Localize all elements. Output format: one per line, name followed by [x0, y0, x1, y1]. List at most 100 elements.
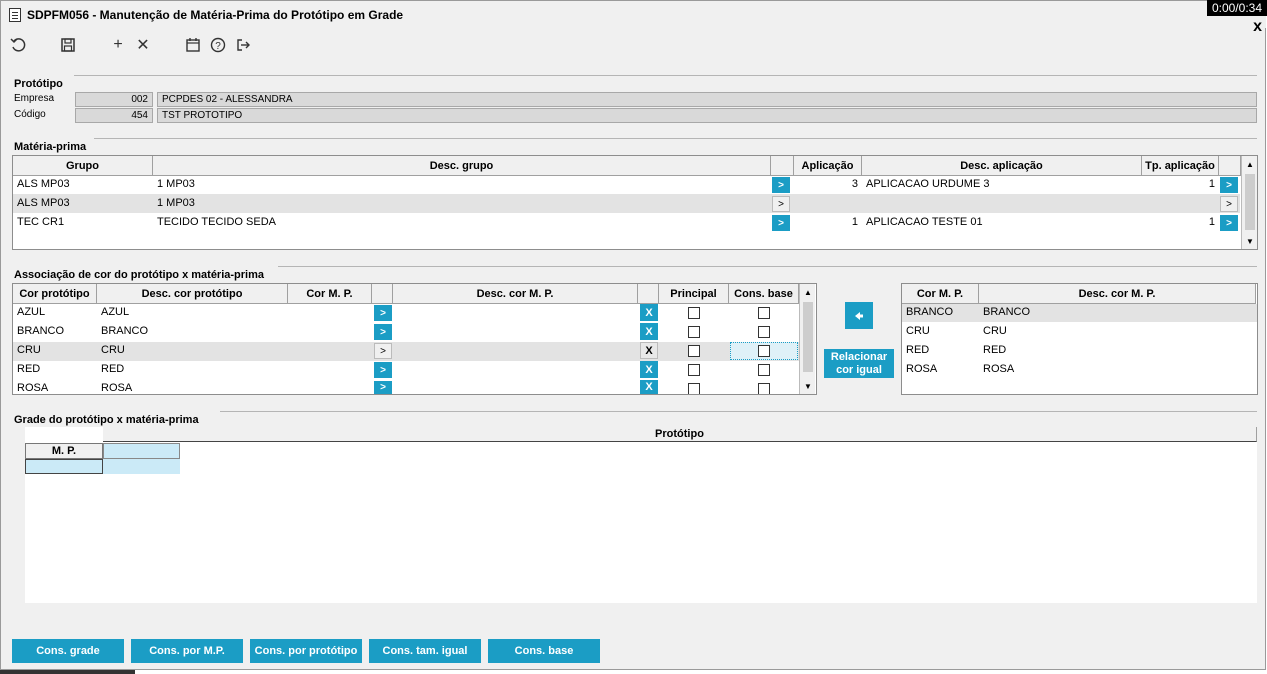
materia-prima-scrollbar[interactable]: ▲ ▼ — [1241, 156, 1257, 249]
cons-grade-button[interactable]: Cons. grade — [12, 639, 124, 663]
cell-desc-cor-prototipo: CRU — [101, 344, 125, 356]
select-aplicacao-button[interactable]: > — [1220, 215, 1238, 231]
cons-base-checkbox[interactable] — [758, 307, 770, 319]
cell-tp-aplicacao: 1 — [1208, 216, 1215, 228]
principal-checkbox[interactable] — [688, 326, 700, 338]
col-header-desc-cor-mp[interactable]: Desc. cor M. P. — [979, 284, 1256, 304]
select-cor-mp-button[interactable]: > — [374, 305, 392, 321]
cell-cor-mp: ROSA — [906, 363, 938, 375]
empresa-name-field: PCPDES 02 - ALESSANDRA — [157, 92, 1257, 107]
col-header-blank — [771, 156, 794, 176]
select-grupo-button[interactable]: > — [772, 215, 790, 231]
move-left-button[interactable] — [845, 302, 873, 329]
associacao-scrollbar[interactable]: ▲ ▼ — [799, 284, 815, 394]
codigo-name-field: TST PROTOTIPO — [157, 108, 1257, 123]
select-aplicacao-button[interactable]: > — [1220, 177, 1238, 193]
col-header-grupo[interactable]: Grupo — [13, 156, 153, 176]
select-cor-mp-button[interactable]: > — [374, 343, 392, 359]
cell-desc-cor-mp: BRANCO — [983, 306, 1031, 318]
clear-cor-mp-button[interactable]: X — [640, 304, 658, 321]
save-icon[interactable] — [58, 35, 78, 55]
grade-cell[interactable] — [25, 459, 103, 474]
cell-cor-mp: CRU — [906, 325, 930, 337]
svg-text:?: ? — [215, 41, 221, 52]
cell-cor-mp: BRANCO — [906, 306, 954, 318]
principal-checkbox[interactable] — [688, 345, 700, 357]
row-header-mp: M. P. — [25, 443, 103, 459]
cons-base-button[interactable]: Cons. base — [488, 639, 600, 663]
scroll-up-icon[interactable]: ▲ — [800, 284, 816, 300]
col-header-desc-cor-mp[interactable]: Desc. cor M. P. — [393, 284, 638, 304]
clear-cor-mp-button[interactable]: X — [640, 342, 658, 359]
grade-cell[interactable] — [103, 443, 180, 459]
cell-desc-cor-prototipo: BRANCO — [101, 325, 149, 337]
cell-desc-grupo: 1 MP03 — [157, 178, 195, 190]
window-title: SDPFM056 - Manutenção de Matéria-Prima d… — [27, 7, 404, 22]
clear-cor-mp-button[interactable]: X — [640, 361, 658, 378]
grade-cell[interactable] — [103, 459, 180, 474]
divider — [220, 411, 1257, 412]
empresa-code-field[interactable]: 002 — [75, 92, 153, 107]
cons-por-mp-button[interactable]: Cons. por M.P. — [131, 639, 243, 663]
col-header-desc-grupo[interactable]: Desc. grupo — [153, 156, 771, 176]
select-grupo-button[interactable]: > — [772, 196, 790, 212]
select-cor-mp-button[interactable]: > — [374, 324, 392, 340]
scroll-thumb[interactable] — [803, 302, 813, 372]
cons-base-checkbox[interactable] — [758, 345, 770, 357]
help-icon[interactable]: ? — [208, 35, 228, 55]
cons-tam-igual-button[interactable]: Cons. tam. igual — [369, 639, 481, 663]
table-row-selected — [902, 304, 1257, 322]
cell-desc-grupo: 1 MP03 — [157, 197, 195, 209]
select-cor-mp-button[interactable]: > — [374, 362, 392, 378]
col-header-blank — [372, 284, 393, 304]
cell-tp-aplicacao: 1 — [1208, 178, 1215, 190]
codigo-code-field[interactable]: 454 — [75, 108, 153, 123]
col-header-cor-mp[interactable]: Cor M. P. — [288, 284, 372, 304]
cell-cor-prototipo: CRU — [17, 344, 41, 356]
principal-checkbox[interactable] — [688, 364, 700, 376]
select-aplicacao-button[interactable]: > — [1220, 196, 1238, 212]
principal-checkbox[interactable] — [688, 383, 700, 394]
clear-cor-mp-button[interactable]: X — [640, 380, 658, 394]
delete-icon[interactable]: ✕ — [133, 35, 153, 55]
divider — [74, 75, 1257, 76]
select-cor-mp-button[interactable]: > — [374, 381, 392, 394]
col-header-desc-cor-prototipo[interactable]: Desc. cor protótipo — [97, 284, 288, 304]
col-header-tp-aplicacao[interactable]: Tp. aplicação — [1142, 156, 1219, 176]
col-header-desc-aplicacao[interactable]: Desc. aplicação — [862, 156, 1142, 176]
cons-base-checkbox[interactable] — [758, 364, 770, 376]
col-header-prototipo: Protótipo — [103, 427, 1257, 442]
prototipo-section-title: Protótipo — [14, 78, 63, 90]
col-header-cor-prototipo[interactable]: Cor protótipo — [13, 284, 97, 304]
grade-grid — [25, 427, 1257, 603]
add-icon[interactable]: + — [108, 35, 128, 55]
cell-desc-cor-prototipo: ROSA — [101, 382, 133, 394]
cons-base-checkbox[interactable] — [758, 383, 770, 394]
cell-cor-mp: RED — [906, 344, 930, 356]
cell-aplicacao: 1 — [851, 216, 858, 228]
select-grupo-button[interactable]: > — [772, 177, 790, 193]
calendar-icon[interactable] — [183, 35, 203, 55]
relacionar-cor-igual-button[interactable]: Relacionar cor igual — [824, 349, 894, 378]
col-header-cor-mp[interactable]: Cor M. P. — [902, 284, 979, 304]
undo-icon[interactable] — [8, 35, 28, 55]
cell-cor-prototipo: RED — [17, 363, 41, 375]
close-icon[interactable]: x — [1253, 18, 1262, 36]
clear-cor-mp-button[interactable]: X — [640, 323, 658, 340]
scroll-up-icon[interactable]: ▲ — [1242, 156, 1258, 172]
materia-prima-section-title: Matéria-prima — [14, 141, 87, 153]
cell-desc-aplicacao: APLICACAO URDUME 3 — [866, 178, 990, 190]
taskbar-fragment — [0, 670, 135, 674]
col-header-cons-base[interactable]: Cons. base — [729, 284, 799, 304]
scroll-down-icon[interactable]: ▼ — [800, 378, 816, 394]
exit-icon[interactable] — [233, 35, 253, 55]
col-header-principal[interactable]: Principal — [659, 284, 729, 304]
principal-checkbox[interactable] — [688, 307, 700, 319]
scroll-down-icon[interactable]: ▼ — [1242, 233, 1258, 249]
scroll-thumb[interactable] — [1245, 174, 1255, 230]
cons-base-checkbox[interactable] — [758, 326, 770, 338]
cons-por-prototipo-button[interactable]: Cons. por protótipo — [250, 639, 362, 663]
col-header-aplicacao[interactable]: Aplicação — [794, 156, 862, 176]
arrow-left-icon — [855, 311, 863, 320]
divider — [94, 138, 1257, 139]
